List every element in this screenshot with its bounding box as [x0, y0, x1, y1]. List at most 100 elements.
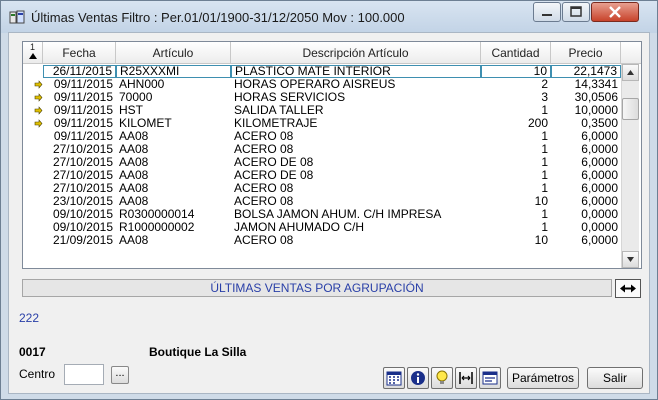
table-row[interactable]: 21/09/2015 AA08 ACERO 08 10 6,0000: [23, 234, 621, 247]
cell-cantidad[interactable]: 1: [481, 182, 551, 195]
salir-button[interactable]: Salir: [587, 367, 643, 389]
table-row[interactable]: 09/11/2015 AHN000 HORAS OPERARO AISREUS 2 14…: [23, 78, 621, 91]
cell-fecha[interactable]: 09/11/2015: [43, 91, 116, 104]
cell-fecha[interactable]: 27/10/2015: [43, 169, 116, 182]
cell-articulo[interactable]: AA08: [116, 234, 231, 247]
table-row[interactable]: 09/11/2015 AA08 ACERO 08 1 6,0000: [23, 130, 621, 143]
cell-fecha[interactable]: 09/11/2015: [43, 130, 116, 143]
centro-browse-button[interactable]: ...: [111, 366, 129, 384]
cell-precio[interactable]: 30,0506: [551, 91, 621, 104]
cell-descripcion[interactable]: BOLSA JAMON AHUM. C/H IMPRESA: [231, 208, 481, 221]
cell-cantidad[interactable]: 1: [481, 221, 551, 234]
cell-descripcion[interactable]: ACERO DE 08: [231, 156, 481, 169]
sales-grid[interactable]: 1 Fecha Artículo Descripción Artículo Ca…: [22, 41, 642, 269]
cell-precio[interactable]: 6,0000: [551, 169, 621, 182]
cell-cantidad[interactable]: 3: [481, 91, 551, 104]
cell-articulo[interactable]: HST: [116, 104, 231, 117]
close-button[interactable]: [591, 2, 639, 22]
table-row[interactable]: 27/10/2015 AA08 ACERO 08 1 6,0000: [23, 182, 621, 195]
cell-descripcion[interactable]: ACERO 08: [231, 182, 481, 195]
table-row[interactable]: 09/10/2015 R0300000014 BOLSA JAMON AHUM. C…: [23, 208, 621, 221]
parametros-button[interactable]: Parámetros: [507, 367, 579, 389]
cell-descripcion[interactable]: ACERO 08: [231, 195, 481, 208]
cell-precio[interactable]: 22,1473: [551, 65, 621, 78]
column-header-fecha[interactable]: Fecha: [43, 42, 116, 64]
cell-cantidad[interactable]: 1: [481, 169, 551, 182]
vertical-scroll-thumb[interactable]: [622, 98, 639, 120]
cell-cantidad[interactable]: 1: [481, 156, 551, 169]
form-view-button[interactable]: [479, 367, 501, 389]
expand-toggle-button[interactable]: [615, 279, 641, 298]
info-button[interactable]: [407, 367, 429, 389]
table-row[interactable]: 26/11/2015 R25XXXMI PLASTICO MATE INTERIOR…: [23, 65, 621, 78]
cell-fecha[interactable]: 27/10/2015: [43, 143, 116, 156]
cell-fecha[interactable]: 27/10/2015: [43, 182, 116, 195]
cell-articulo[interactable]: R25XXXMI: [116, 65, 231, 78]
cell-cantidad[interactable]: 1: [481, 208, 551, 221]
cell-precio[interactable]: 6,0000: [551, 143, 621, 156]
table-row[interactable]: 09/11/2015 70000 HORAS SERVICIOS 3 30,0506: [23, 91, 621, 104]
cell-descripcion[interactable]: PLASTICO MATE INTERIOR: [231, 65, 481, 78]
cell-descripcion[interactable]: KILOMETRAJE: [231, 117, 481, 130]
cell-descripcion[interactable]: SALIDA TALLER: [231, 104, 481, 117]
cell-articulo[interactable]: AA08: [116, 169, 231, 182]
cell-cantidad[interactable]: 1: [481, 104, 551, 117]
cell-fecha[interactable]: 26/11/2015: [43, 65, 116, 78]
cell-fecha[interactable]: 27/10/2015: [43, 156, 116, 169]
cell-precio[interactable]: 6,0000: [551, 156, 621, 169]
title-bar[interactable]: Últimas Ventas Filtro : Per.01/01/1900-3…: [1, 1, 657, 33]
column-width-button[interactable]: [455, 367, 477, 389]
calendar-button[interactable]: [383, 367, 405, 389]
cell-fecha[interactable]: 21/09/2015: [43, 234, 116, 247]
table-row[interactable]: 09/11/2015 HST SALIDA TALLER 1 10,0000: [23, 104, 621, 117]
cell-precio[interactable]: 6,0000: [551, 182, 621, 195]
cell-precio[interactable]: 6,0000: [551, 195, 621, 208]
maximize-button[interactable]: [562, 2, 590, 22]
table-row[interactable]: 27/10/2015 AA08 ACERO 08 1 6,0000: [23, 143, 621, 156]
cell-precio[interactable]: 0,3500: [551, 117, 621, 130]
cell-cantidad[interactable]: 1: [481, 130, 551, 143]
cell-descripcion[interactable]: JAMON AHUMADO C/H: [231, 221, 481, 234]
grid-corner[interactable]: 1: [23, 42, 43, 64]
cell-cantidad[interactable]: 10: [481, 65, 551, 78]
cell-articulo[interactable]: AA08: [116, 143, 231, 156]
cell-descripcion[interactable]: ACERO DE 08: [231, 169, 481, 182]
cell-precio[interactable]: 14,3341: [551, 78, 621, 91]
cell-articulo[interactable]: 70000: [116, 91, 231, 104]
cell-descripcion[interactable]: ACERO 08: [231, 130, 481, 143]
cell-articulo[interactable]: AA08: [116, 130, 231, 143]
tip-button[interactable]: [431, 367, 453, 389]
cell-fecha[interactable]: 09/10/2015: [43, 208, 116, 221]
cell-fecha[interactable]: 09/11/2015: [43, 104, 116, 117]
cell-descripcion[interactable]: ACERO 08: [231, 234, 481, 247]
cell-cantidad[interactable]: 1: [481, 143, 551, 156]
cell-descripcion[interactable]: HORAS SERVICIOS: [231, 91, 481, 104]
cell-articulo[interactable]: AA08: [116, 195, 231, 208]
cell-articulo[interactable]: AHN000: [116, 78, 231, 91]
table-row[interactable]: 09/10/2015 R1000000002 JAMON AHUMADO C/H 1 0…: [23, 221, 621, 234]
table-row[interactable]: 23/10/2015 AA08 ACERO 08 10 6,0000: [23, 195, 621, 208]
cell-articulo[interactable]: KILOMET: [116, 117, 231, 130]
centro-input[interactable]: [64, 364, 104, 385]
cell-descripcion[interactable]: ACERO 08: [231, 143, 481, 156]
minimize-button[interactable]: [533, 2, 561, 22]
cell-precio[interactable]: 0,0000: [551, 208, 621, 221]
column-header-precio[interactable]: Precio: [551, 42, 621, 64]
cell-descripcion[interactable]: HORAS OPERARO AISREUS: [231, 78, 481, 91]
cell-cantidad[interactable]: 200: [481, 117, 551, 130]
cell-cantidad[interactable]: 10: [481, 234, 551, 247]
scroll-down-button[interactable]: [622, 251, 639, 268]
cell-cantidad[interactable]: 10: [481, 195, 551, 208]
cell-precio[interactable]: 10,0000: [551, 104, 621, 117]
cell-precio[interactable]: 6,0000: [551, 130, 621, 143]
table-row[interactable]: 27/10/2015 AA08 ACERO DE 08 1 6,0000: [23, 156, 621, 169]
column-header-descripcion[interactable]: Descripción Artículo: [231, 42, 481, 64]
group-bar[interactable]: ÚLTIMAS VENTAS POR AGRUPACIÓN: [22, 279, 612, 297]
table-row[interactable]: 09/11/2015 KILOMET KILOMETRAJE 200 0,3500: [23, 117, 621, 130]
cell-articulo[interactable]: AA08: [116, 182, 231, 195]
cell-articulo[interactable]: R0300000014: [116, 208, 231, 221]
cell-articulo[interactable]: R1000000002: [116, 221, 231, 234]
column-header-cantidad[interactable]: Cantidad: [481, 42, 551, 64]
table-row[interactable]: 27/10/2015 AA08 ACERO DE 08 1 6,0000: [23, 169, 621, 182]
cell-fecha[interactable]: 09/11/2015: [43, 117, 116, 130]
